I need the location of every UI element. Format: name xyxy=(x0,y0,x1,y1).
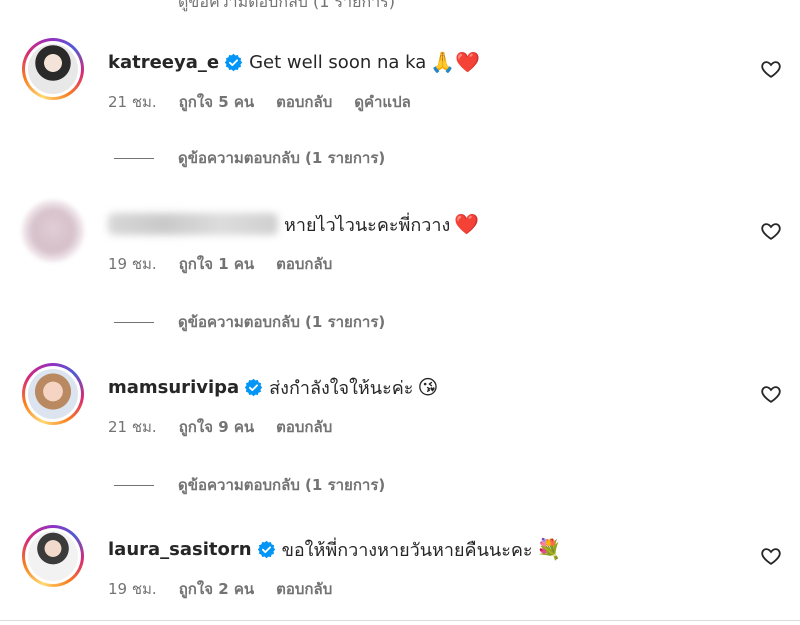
comment-emoji: 🙏❤️ xyxy=(430,50,481,74)
likes-count[interactable]: ถูกใจ 9 คน xyxy=(179,415,254,439)
avatar-image xyxy=(28,44,78,94)
view-replies-button[interactable]: ดูข้อความตอบกลับ (1 รายการ) xyxy=(114,312,385,332)
comment-text: ขอให้พี่กวางหายวันหายคืนนะคะ xyxy=(281,539,533,561)
replies-divider xyxy=(114,157,154,159)
avatar[interactable] xyxy=(22,363,84,425)
reply-button[interactable]: ตอบกลับ xyxy=(276,90,332,114)
avatar[interactable] xyxy=(22,38,84,100)
likes-count[interactable]: ถูกใจ 1 คน xyxy=(179,252,254,276)
comment-time[interactable]: 21 ชม. xyxy=(108,415,157,439)
comment-emoji: 😘 xyxy=(417,375,439,399)
avatar-image xyxy=(28,531,78,581)
reply-button[interactable]: ตอบกลับ xyxy=(276,415,332,439)
verified-badge-icon xyxy=(257,540,275,558)
comment-emoji: 💐 xyxy=(536,537,562,561)
reply-button[interactable]: ตอบกลับ xyxy=(276,577,332,601)
comment-time[interactable]: 19 ชม. xyxy=(108,252,157,276)
top-clipped-replies[interactable]: ดูข้อความตอบกลับ (1 รายการ) xyxy=(178,0,395,15)
comment-item: katreeya_e Get well soon na ka 🙏❤️ 21 ชม… xyxy=(0,38,800,138)
comment-time[interactable]: 19 ชม. xyxy=(108,577,157,601)
comment-text: Get well soon na ka xyxy=(249,51,427,73)
like-heart-icon[interactable] xyxy=(760,220,782,242)
comment-text: หายไวไวนะคะพี่กวาง xyxy=(284,214,451,236)
like-heart-icon[interactable] xyxy=(760,58,782,80)
reply-button[interactable]: ตอบกลับ xyxy=(276,252,332,276)
comment-time[interactable]: 21 ชม. xyxy=(108,90,157,114)
comment-item: laura_sasitorn ขอให้พี่กวางหายวันหายคืนน… xyxy=(0,525,800,625)
comment-text: ส่งกำลังใจให้นะค่ะ xyxy=(269,377,414,399)
verified-badge-icon xyxy=(244,378,263,396)
replies-divider xyxy=(114,484,154,486)
view-replies-button[interactable]: ดูข้อความตอบกลับ (1 รายการ) xyxy=(114,148,385,168)
avatar[interactable] xyxy=(22,200,84,262)
view-replies-label: ดูข้อความตอบกลับ (1 รายการ) xyxy=(178,313,386,331)
likes-count[interactable]: ถูกใจ 5 คน xyxy=(179,90,254,114)
bottom-divider xyxy=(0,620,800,621)
avatar-image xyxy=(28,206,78,256)
avatar-image xyxy=(28,369,78,419)
verified-badge-icon xyxy=(224,53,243,71)
replies-divider xyxy=(114,321,154,323)
translate-button[interactable]: ดูคำแปล xyxy=(354,90,411,114)
likes-count[interactable]: ถูกใจ 2 คน xyxy=(179,577,254,601)
avatar[interactable] xyxy=(22,525,84,587)
comment-item: mamsurivipa ส่งกำลังใจให้นะค่ะ 😘 21 ชม. … xyxy=(0,363,800,463)
username[interactable]: mamsurivipa xyxy=(108,377,239,398)
username[interactable]: laura_sasitorn xyxy=(108,539,252,560)
like-heart-icon[interactable] xyxy=(760,545,782,567)
comment-item: หายไวไวนะคะพี่กวาง ❤️ 19 ชม. ถูกใจ 1 คน … xyxy=(0,200,800,300)
view-replies-label: ดูข้อความตอบกลับ (1 รายการ) xyxy=(178,476,386,494)
comment-emoji: ❤️ xyxy=(454,212,480,236)
username[interactable]: katreeya_e xyxy=(108,52,219,73)
username-blurred[interactable] xyxy=(108,213,278,235)
view-replies-button[interactable]: ดูข้อความตอบกลับ (1 รายการ) xyxy=(114,475,385,495)
view-replies-label: ดูข้อความตอบกลับ (1 รายการ) xyxy=(178,149,386,167)
like-heart-icon[interactable] xyxy=(760,383,782,405)
